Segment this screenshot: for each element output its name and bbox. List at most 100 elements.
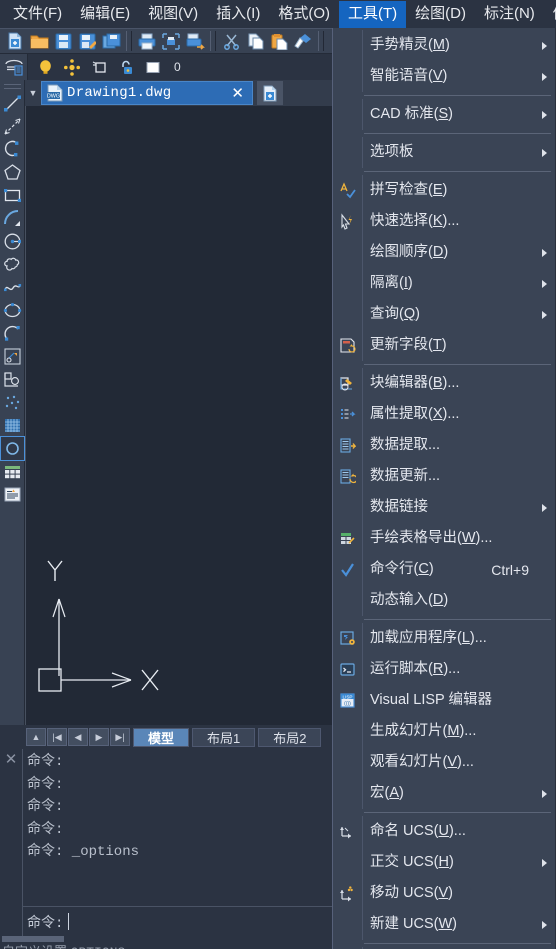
- lightbulb-icon[interactable]: [33, 56, 57, 78]
- menu-item-7[interactable]: 拼写检查(E): [333, 175, 555, 206]
- menu-item-11[interactable]: 查询(Q): [333, 299, 555, 330]
- menu-item-32[interactable]: 移动 UCS(V): [333, 878, 555, 909]
- ucs-icon: [38, 556, 178, 701]
- layer-new-icon[interactable]: [87, 56, 111, 78]
- print-preview-icon[interactable]: [159, 30, 183, 52]
- menu-insert[interactable]: 插入(I): [207, 1, 269, 28]
- menu-item-20[interactable]: 命令行(C) Ctrl+9: [333, 554, 555, 585]
- menu-item-24[interactable]: 运行脚本(R)...: [333, 654, 555, 685]
- menu-item-28[interactable]: 宏(A): [333, 778, 555, 809]
- menu-item-16[interactable]: 数据提取...: [333, 430, 555, 461]
- menu-gutter-line: [362, 330, 363, 361]
- region-icon[interactable]: [0, 436, 25, 461]
- toolbar-grip[interactable]: [3, 84, 21, 89]
- menu-item-31[interactable]: 正交 UCS(H): [333, 847, 555, 878]
- menu-item-17[interactable]: 数据更新...: [333, 461, 555, 492]
- menu-item-1[interactable]: 智能语音(V): [333, 61, 555, 92]
- prev-icon[interactable]: ◀: [68, 728, 88, 746]
- menu-item-10[interactable]: 隔离(I): [333, 268, 555, 299]
- menu-item-label: 选项板: [370, 144, 414, 160]
- menu-item-25[interactable]: LISP (()) Visual LISP 编辑器: [333, 685, 555, 716]
- menu-item-0[interactable]: 手势精灵(M): [333, 30, 555, 61]
- drawing-canvas[interactable]: [25, 106, 332, 725]
- layout-tab-1[interactable]: 布局1: [192, 727, 256, 747]
- menu-item-9[interactable]: 绘图顺序(D): [333, 237, 555, 268]
- match-properties-brush-icon[interactable]: [291, 30, 315, 52]
- hatch-icon[interactable]: [1, 414, 24, 437]
- chevron-down-icon[interactable]: ▼: [25, 80, 41, 106]
- rectangle-icon[interactable]: [1, 184, 24, 207]
- new-file-icon[interactable]: [3, 30, 27, 52]
- menu-item-23[interactable]: 加载应用程序(L)...: [333, 623, 555, 654]
- save-as-icon[interactable]: [75, 30, 99, 52]
- close-icon[interactable]: ✕: [228, 86, 247, 101]
- menu-item-18[interactable]: 数据链接: [333, 492, 555, 523]
- menu-item-5[interactable]: 选项板: [333, 137, 555, 168]
- layers-panel-icon[interactable]: [0, 54, 28, 80]
- new-document-icon[interactable]: [257, 81, 283, 105]
- make-block-icon[interactable]: [1, 368, 24, 391]
- menu-format[interactable]: 格式(O): [269, 1, 339, 28]
- layer-toolbar: 0: [0, 54, 332, 80]
- line-icon[interactable]: [1, 92, 24, 115]
- save-icon[interactable]: [51, 30, 75, 52]
- menu-item-12[interactable]: 更新字段(T): [333, 330, 555, 361]
- copy-icon[interactable]: [243, 30, 267, 52]
- collapse-up-icon[interactable]: ▲: [26, 728, 46, 746]
- menu-item-label: 正交 UCS(H): [370, 854, 454, 870]
- menu-item-label: CAD 标准(S): [370, 106, 453, 122]
- menu-item-19[interactable]: 手绘表格导出(W)...: [333, 523, 555, 554]
- insert-block-icon[interactable]: [1, 345, 24, 368]
- circle-icon[interactable]: [1, 230, 24, 253]
- table-icon[interactable]: [1, 460, 24, 483]
- menu-gutter-line: [362, 523, 363, 554]
- arc-polyline-icon[interactable]: [1, 138, 24, 161]
- paste-icon[interactable]: [267, 30, 291, 52]
- multiline-text-icon[interactable]: [1, 483, 24, 506]
- ellipse-arc-icon[interactable]: [1, 322, 24, 345]
- layout-tab-2[interactable]: 布局2: [258, 727, 322, 747]
- command-history[interactable]: 命令: 命令: 命令: 命令: 命令: _options: [23, 749, 332, 906]
- command-input-row[interactable]: 命令:: [23, 906, 332, 936]
- menu-item-label: 块编辑器(B)...: [370, 375, 460, 391]
- construction-line-icon[interactable]: [1, 115, 24, 138]
- point-icon[interactable]: [1, 391, 24, 414]
- print-icon[interactable]: [135, 30, 159, 52]
- menu-item-15[interactable]: 属性提取(X)...: [333, 399, 555, 430]
- menu-item-21[interactable]: 动态输入(D): [333, 585, 555, 616]
- first-icon[interactable]: |◀: [47, 728, 67, 746]
- color-swatch-white-icon[interactable]: [141, 56, 165, 78]
- plot-icon[interactable]: [183, 30, 207, 52]
- next-icon[interactable]: ▶: [89, 728, 109, 746]
- menu-item-8[interactable]: 快速选择(K)...: [333, 206, 555, 237]
- menu-item-3[interactable]: CAD 标准(S): [333, 99, 555, 130]
- ellipse-icon[interactable]: [1, 299, 24, 322]
- menu-modify[interactable]: 修: [544, 1, 556, 28]
- open-folder-icon[interactable]: [27, 30, 51, 52]
- menu-item-30[interactable]: 命名 UCS(U)...: [333, 816, 555, 847]
- menu-draw[interactable]: 绘图(D): [406, 1, 475, 28]
- menu-item-27[interactable]: 观看幻灯片(V)...: [333, 747, 555, 778]
- spline-icon[interactable]: [1, 276, 24, 299]
- menu-dimension[interactable]: 标注(N): [475, 1, 544, 28]
- menu-item-33[interactable]: 新建 UCS(W): [333, 909, 555, 940]
- menu-item-26[interactable]: 生成幻灯片(M)...: [333, 716, 555, 747]
- revision-cloud-icon[interactable]: [1, 253, 24, 276]
- menu-view[interactable]: 视图(V): [139, 1, 207, 28]
- document-tab[interactable]: DWG Drawing1.dwg ✕: [41, 81, 253, 105]
- menu-edit[interactable]: 编辑(E): [71, 1, 139, 28]
- polygon-icon[interactable]: [1, 161, 24, 184]
- svg-text:(()): (()): [344, 701, 351, 707]
- menu-file[interactable]: 文件(F): [4, 1, 71, 28]
- menu-gutter-line: [362, 137, 363, 168]
- last-icon[interactable]: ▶|: [110, 728, 130, 746]
- close-icon[interactable]: ✕: [5, 752, 18, 936]
- freeze-thaw-icon[interactable]: [60, 56, 84, 78]
- unlock-padlock-icon[interactable]: [114, 56, 138, 78]
- menu-tools[interactable]: 工具(T): [339, 0, 407, 28]
- cut-scissors-icon[interactable]: [219, 30, 243, 52]
- arc-icon[interactable]: [1, 207, 24, 230]
- save-all-icon[interactable]: [99, 30, 123, 52]
- layout-tab-0[interactable]: 模型: [133, 727, 190, 747]
- menu-item-14[interactable]: 块编辑器(B)...: [333, 368, 555, 399]
